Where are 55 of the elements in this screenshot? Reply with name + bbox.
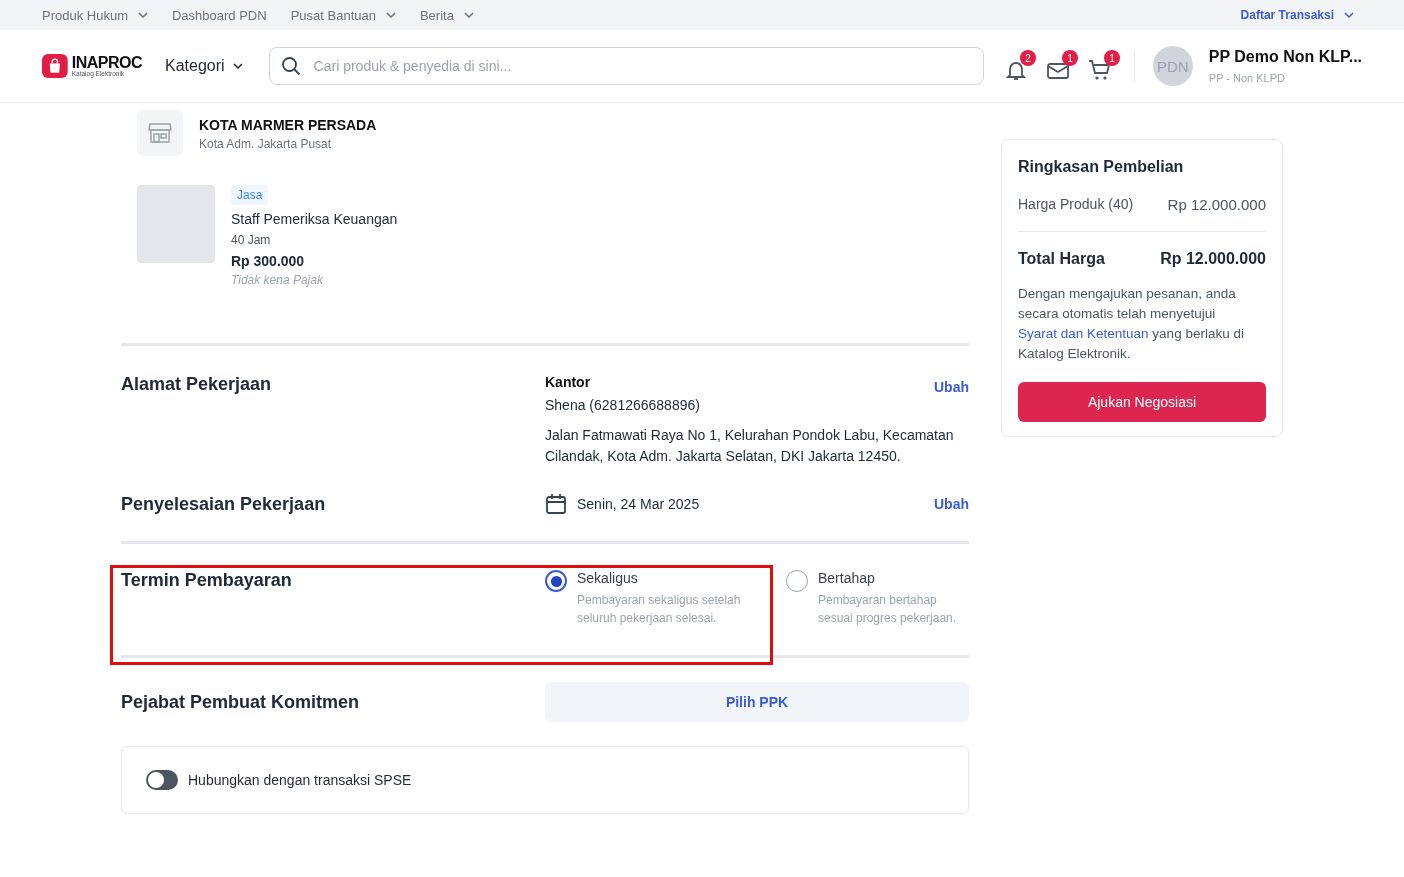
- category-tag: Jasa: [231, 185, 269, 205]
- tax-note: Tidak kena Pajak: [231, 273, 324, 287]
- section-title: Pejabat Pembuat Komitmen: [121, 691, 361, 713]
- count-badge: 2: [1019, 50, 1036, 66]
- notification-button[interactable]: 2: [1003, 50, 1036, 82]
- radio-description: Pembayaran bertahap sesuai progres pekerjaan.: [818, 592, 958, 627]
- section-title: Termin Pembayaran: [121, 570, 293, 592]
- count-badge: 1: [1061, 50, 1078, 66]
- toggle-label: Hubungkan dengan transaksi SPSE: [188, 772, 412, 788]
- storefront-icon: [148, 122, 172, 144]
- notification-button[interactable]: 1: [1045, 50, 1078, 82]
- negotiate-button[interactable]: Ajukan Negosiasi: [1018, 382, 1266, 422]
- calendar-icon: [545, 493, 567, 515]
- radio-label: Bertahap: [818, 570, 876, 586]
- store-location: Kota Adm. Jakarta Pusat: [199, 137, 333, 151]
- nav-link[interactable]: Berita: [419, 7, 474, 23]
- user-name: PP Demo Non KLP...: [1208, 48, 1362, 66]
- nav-link[interactable]: Dashboard PDN: [172, 7, 267, 23]
- notification-button[interactable]: 1: [1087, 50, 1120, 82]
- radio-button[interactable]: [545, 570, 567, 592]
- count-badge: 1: [1103, 50, 1120, 66]
- transactions-link[interactable]: Daftar Transaksi: [1240, 8, 1354, 22]
- summary-title: Ringkasan Pembelian: [1018, 158, 1185, 176]
- search-field[interactable]: Cari produk & penyedia di sini...: [268, 47, 984, 85]
- product-name: Staff Pemeriksa Keuangan: [231, 211, 398, 227]
- price-label: Harga Produk (40): [1018, 196, 1134, 213]
- toggle-switch[interactable]: [146, 770, 178, 790]
- edit-link[interactable]: Ubah: [934, 379, 969, 395]
- chevron-down-icon: [232, 63, 243, 69]
- section-title: Penyelesaian Pekerjaan: [121, 493, 327, 515]
- price-value: Rp 12.000.000: [1167, 196, 1266, 213]
- radio-description: Pembayaran sekaligus setelah seluruh pekerjaan selesai.: [577, 592, 742, 627]
- address-contact: Shena (6281266688896): [545, 396, 701, 415]
- category-dropdown[interactable]: Kategori: [165, 57, 243, 75]
- total-value: Rp 12.000.000: [1160, 250, 1266, 268]
- address-label: Kantor: [545, 374, 591, 392]
- total-label: Total Harga: [1018, 250, 1105, 268]
- product-price: Rp 300.000: [231, 253, 306, 269]
- address-text: Jalan Fatmawati Raya No 1, Kelurahan Pondok Labu, Kecamatan Cilandak, Kota Adm. Jakarta Selatan, DKI Jakarta 12450.: [545, 426, 955, 466]
- radio-label: Sekaligus: [577, 570, 639, 586]
- section-title: Alamat Pekerjaan: [121, 374, 273, 396]
- shopping-bag-logo-icon: [42, 52, 68, 80]
- select-officer-button[interactable]: Pilih PPK: [545, 682, 969, 722]
- nav-link[interactable]: Produk Hukum: [42, 7, 148, 23]
- logo-name: INAPROC: [71, 55, 142, 70]
- store-name: KOTA MARMER PERSADA: [199, 117, 377, 133]
- terms-link[interactable]: Syarat dan Ketentuan: [1018, 326, 1149, 341]
- cart-icon: [1087, 58, 1112, 82]
- edit-link[interactable]: Ubah: [934, 496, 969, 512]
- search-icon: [280, 56, 301, 76]
- completion-date: Senin, 24 Mar 2025: [577, 494, 700, 514]
- terms-notice: Dengan mengajukan pesanan, anda secara otomatis telah menyetujui Syarat dan Ketentuan yang berlaku di Katalog Elektronik.: [1018, 285, 1245, 363]
- user-role: PP - Non KLPD: [1208, 72, 1287, 84]
- product-quantity: 40 Jam: [231, 233, 272, 247]
- nav-link[interactable]: Pusat Bantuan: [290, 7, 396, 23]
